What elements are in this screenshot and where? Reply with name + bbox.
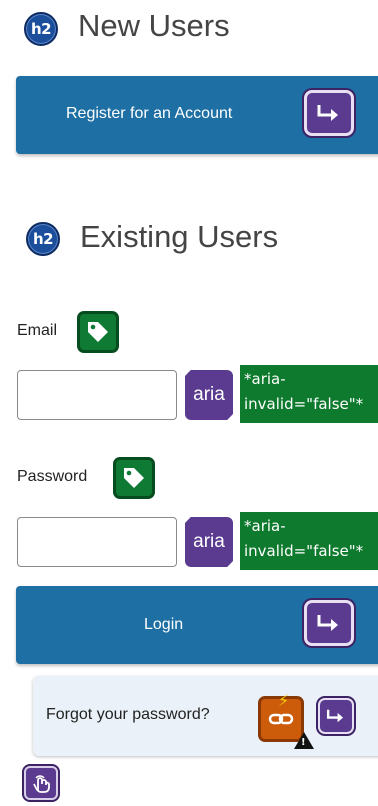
login-button[interactable]: Login (16, 586, 378, 664)
forgot-password-link[interactable]: Forgot your password? (46, 706, 210, 724)
broken-link-icon: ⚡ ! (258, 691, 314, 749)
password-field[interactable] (17, 517, 177, 567)
label-tag-icon (77, 311, 119, 353)
button-role-icon (304, 600, 354, 646)
aria-note-line: invalid="false"* (244, 395, 364, 413)
existing-users-heading: Existing Users (80, 219, 279, 254)
register-button-label: Register for an Account (66, 105, 233, 122)
h2-icon: h2 (26, 222, 60, 256)
warning-mark: ! (301, 737, 306, 748)
email-label: Email (17, 322, 58, 339)
register-button[interactable]: Register for an Account (16, 76, 378, 154)
aria-note-line: *aria- (244, 370, 286, 388)
aria-badge-email: aria (185, 370, 233, 420)
h2-badge-text: h2 (32, 230, 54, 248)
aria-badge-text: aria (193, 531, 225, 552)
h2-icon: h2 (24, 12, 58, 46)
aria-note-line: *aria- (244, 517, 286, 535)
bolt-icon: ⚡ (278, 691, 290, 710)
aria-invalid-note-password: *aria- invalid="false"* (240, 512, 378, 570)
aria-badge-password: aria (185, 517, 233, 567)
touch-icon (24, 766, 58, 800)
email-field[interactable] (17, 370, 177, 420)
button-role-icon (318, 698, 354, 734)
h2-badge-text: h2 (30, 20, 52, 38)
button-role-icon (304, 90, 354, 136)
aria-badge-text: aria (193, 384, 225, 405)
login-button-label: Login (144, 616, 184, 633)
new-users-heading: New Users (78, 8, 230, 43)
aria-invalid-note-email: *aria- invalid="false"* (240, 365, 378, 423)
password-label: Password (17, 468, 88, 485)
label-tag-icon (113, 457, 155, 499)
aria-note-line: invalid="false"* (244, 542, 364, 560)
forgot-password-panel: Forgot your password? ⚡ ! (33, 676, 378, 756)
